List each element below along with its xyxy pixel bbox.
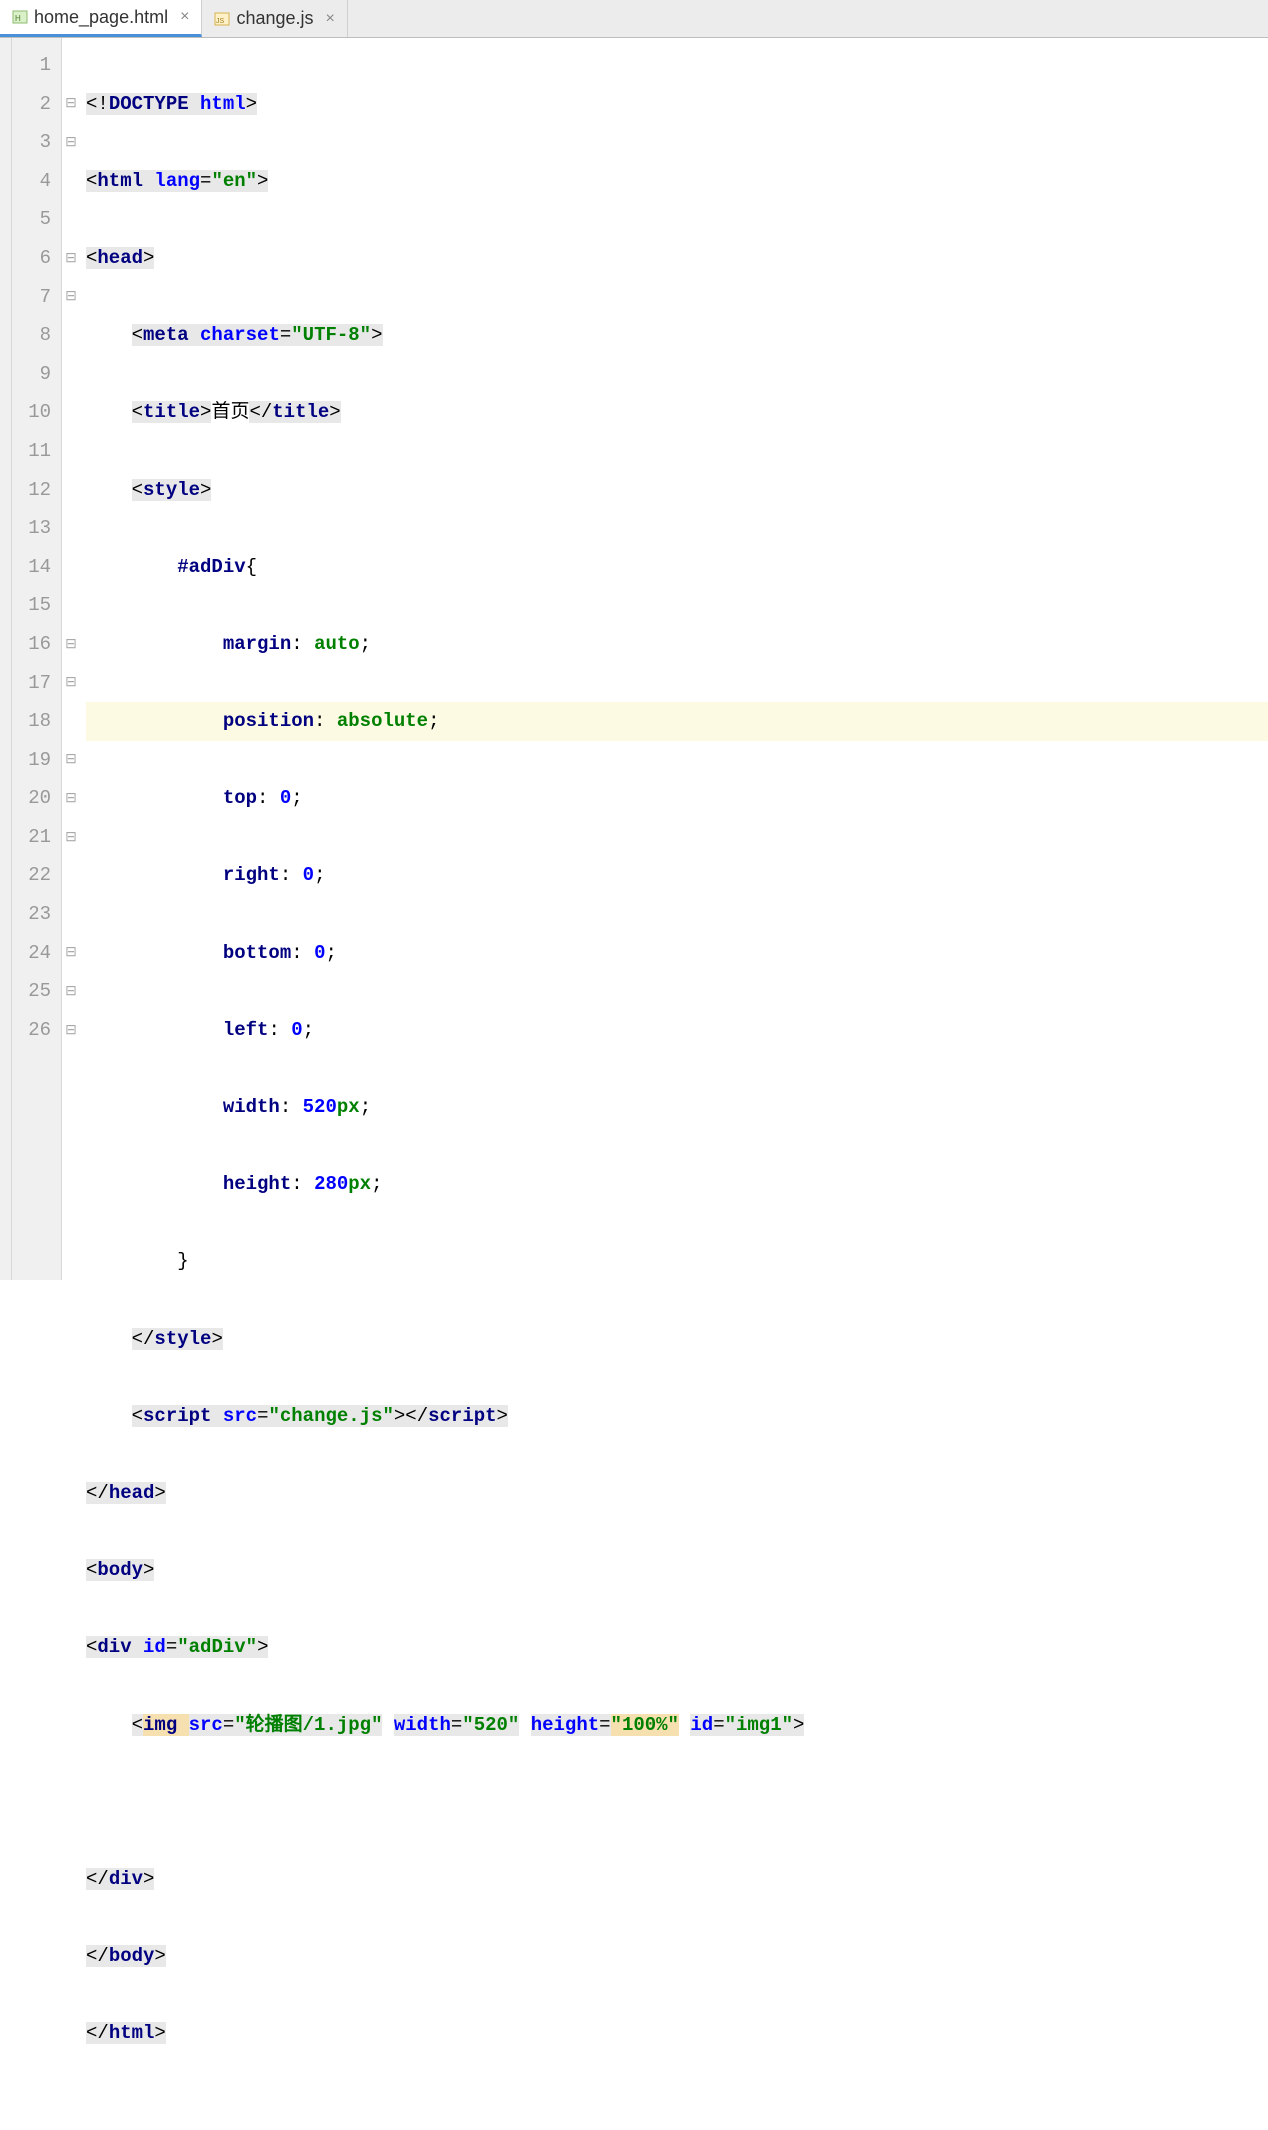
line-number: 10	[18, 393, 51, 432]
line-number: 24	[18, 934, 51, 973]
line-number: 18	[18, 702, 51, 741]
line-number: 13	[18, 509, 51, 548]
code-line[interactable]: #adDiv{	[86, 548, 1268, 587]
tab-home-page-html[interactable]: H home_page.html ×	[0, 0, 202, 37]
code-line[interactable]: <meta charset="UTF-8">	[86, 316, 1268, 355]
code-line[interactable]: <script src="change.js"></script>	[86, 1397, 1268, 1436]
fold-open-icon[interactable]: ⊟	[62, 278, 80, 317]
fold-close-icon[interactable]: ⊟	[62, 741, 80, 780]
fold-close-icon[interactable]: ⊟	[62, 1011, 80, 1050]
code-line[interactable]: </body>	[86, 1937, 1268, 1976]
fold-marker	[62, 316, 80, 355]
fold-open-icon[interactable]: ⊟	[62, 123, 80, 162]
line-number: 17	[18, 664, 51, 703]
fold-marker	[62, 702, 80, 741]
close-icon[interactable]: ×	[320, 10, 335, 28]
line-number: 9	[18, 355, 51, 394]
tab-label: home_page.html	[34, 7, 168, 28]
fold-marker	[62, 46, 80, 85]
code-line[interactable]: left: 0;	[86, 1011, 1268, 1050]
line-number: 4	[18, 162, 51, 201]
fold-open-icon[interactable]: ⊟	[62, 85, 80, 124]
fold-gutter: ⊟ ⊟ ⊟ ⊟ ⊟ ⊟ ⊟ ⊟ ⊟ ⊟ ⊟ ⊟	[62, 38, 80, 1280]
fold-marker	[62, 586, 80, 625]
code-line[interactable]: </style>	[86, 1320, 1268, 1359]
code-line[interactable]: right: 0;	[86, 856, 1268, 895]
line-number: 25	[18, 972, 51, 1011]
line-number: 12	[18, 471, 51, 510]
fold-open-icon[interactable]: ⊟	[62, 779, 80, 818]
fold-close-icon[interactable]: ⊟	[62, 625, 80, 664]
fold-open-icon[interactable]: ⊟	[62, 239, 80, 278]
code-line[interactable]: <title>首页</title>	[86, 393, 1268, 432]
code-line[interactable]: width: 520px;	[86, 1088, 1268, 1127]
fold-marker	[62, 509, 80, 548]
line-number: 6	[18, 239, 51, 278]
tab-bar: H home_page.html × JS change.js ×	[0, 0, 1268, 38]
code-line[interactable]: <body>	[86, 1551, 1268, 1590]
code-line[interactable]: <html lang="en">	[86, 162, 1268, 201]
svg-text:H: H	[15, 14, 21, 23]
code-line[interactable]: <style>	[86, 471, 1268, 510]
code-line[interactable]: <img src="轮播图/1.jpg" width="520" height=…	[86, 1706, 1268, 1745]
fold-marker	[62, 856, 80, 895]
fold-close-icon[interactable]: ⊟	[62, 934, 80, 973]
code-line[interactable]	[86, 1783, 1268, 1822]
code-area[interactable]: <!DOCTYPE html> <html lang="en"> <head> …	[80, 38, 1268, 1280]
code-line-current[interactable]: position: absolute;	[86, 702, 1268, 741]
fold-marker	[62, 162, 80, 201]
code-line[interactable]: </html>	[86, 2014, 1268, 2053]
line-number: 23	[18, 895, 51, 934]
code-line[interactable]: top: 0;	[86, 779, 1268, 818]
close-icon[interactable]: ×	[174, 8, 189, 26]
fold-open-icon[interactable]: ⊟	[62, 818, 80, 857]
line-number: 26	[18, 1011, 51, 1050]
line-number: 14	[18, 548, 51, 587]
code-line[interactable]: bottom: 0;	[86, 934, 1268, 973]
fold-marker	[62, 393, 80, 432]
line-number: 7	[18, 278, 51, 317]
line-number: 19	[18, 741, 51, 780]
code-line[interactable]: </div>	[86, 1860, 1268, 1899]
js-file-icon: JS	[214, 11, 230, 27]
tab-change-js[interactable]: JS change.js ×	[202, 0, 347, 37]
line-number: 15	[18, 586, 51, 625]
line-number: 11	[18, 432, 51, 471]
code-line[interactable]: }	[86, 1242, 1268, 1281]
fold-marker	[62, 471, 80, 510]
line-number: 8	[18, 316, 51, 355]
code-line[interactable]: <head>	[86, 239, 1268, 278]
line-number: 16	[18, 625, 51, 664]
fold-close-icon[interactable]: ⊟	[62, 664, 80, 703]
line-number: 1	[18, 46, 51, 85]
fold-marker	[62, 355, 80, 394]
tab-label: change.js	[236, 8, 313, 29]
code-line[interactable]: </head>	[86, 1474, 1268, 1513]
fold-marker	[62, 200, 80, 239]
line-number-gutter: 1 2 3 4 5 6 7 8 9 10 11 12 13 14 15 16 1…	[12, 38, 62, 1280]
line-number: 21	[18, 818, 51, 857]
line-number: 2	[18, 85, 51, 124]
html-file-icon: H	[12, 9, 28, 25]
line-number: 20	[18, 779, 51, 818]
code-line[interactable]: <div id="adDiv">	[86, 1628, 1268, 1667]
fold-marker	[62, 895, 80, 934]
code-editor[interactable]: 1 2 3 4 5 6 7 8 9 10 11 12 13 14 15 16 1…	[0, 38, 1268, 1280]
line-number: 3	[18, 123, 51, 162]
fold-marker	[62, 432, 80, 471]
fold-marker	[62, 548, 80, 587]
line-number: 22	[18, 856, 51, 895]
code-line[interactable]: height: 280px;	[86, 1165, 1268, 1204]
svg-text:JS: JS	[216, 18, 225, 25]
breakpoint-gutter[interactable]	[0, 38, 12, 1280]
line-number: 5	[18, 200, 51, 239]
code-line[interactable]: margin: auto;	[86, 625, 1268, 664]
fold-close-icon[interactable]: ⊟	[62, 972, 80, 1011]
code-line[interactable]: <!DOCTYPE html>	[86, 85, 1268, 124]
